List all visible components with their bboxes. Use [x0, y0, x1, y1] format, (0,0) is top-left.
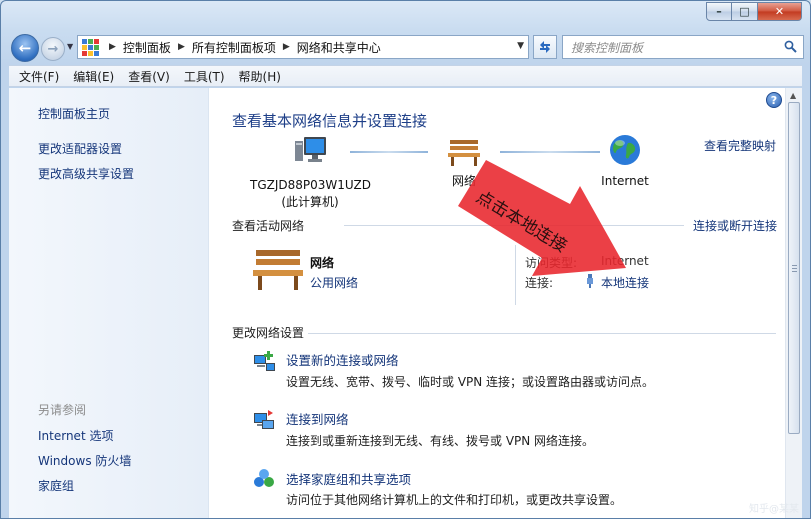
window-caption-buttons: – □ ✕: [706, 2, 802, 21]
menu-bar: 文件(F) 编辑(E) 查看(V) 工具(T) 帮助(H): [9, 65, 802, 87]
network-node: 网络: [439, 137, 489, 190]
refresh-icon: [540, 41, 550, 53]
sidebar-change-advanced-sharing[interactable]: 更改高级共享设置: [38, 165, 134, 182]
see-also-heading: 另请参阅: [38, 403, 87, 417]
link-line: [500, 151, 600, 153]
access-type-value: Internet: [601, 254, 649, 268]
refresh-button[interactable]: [533, 35, 557, 59]
internet-node-label: Internet: [601, 174, 649, 188]
forward-button[interactable]: →: [41, 37, 65, 61]
setup-new-connection-desc: 设置无线、宽带、拨号、临时或 VPN 连接；或设置路由器或访问点。: [286, 375, 655, 389]
main-panel: ? ▲ 查看基本网络信息并设置连接 查看完整映射 TGZJD88P03W1UZD: [210, 88, 802, 518]
active-networks-heading: 查看活动网络: [232, 219, 305, 233]
computer-name: TGZJD88P03W1UZD: [250, 178, 371, 192]
local-connection-link[interactable]: 本地连接: [601, 274, 649, 291]
change-settings-heading: 更改网络设置: [232, 326, 305, 340]
vertical-scrollbar[interactable]: ▲: [785, 88, 802, 518]
connect-disconnect-link[interactable]: 连接或断开连接: [693, 217, 777, 234]
menu-edit[interactable]: 编辑(E): [66, 68, 121, 85]
breadcrumb-separator-icon[interactable]: ▶: [178, 42, 185, 52]
computer-sub-label: (此计算机): [281, 195, 339, 209]
connect-network-icon: [254, 410, 274, 429]
history-dropdown-icon[interactable]: ▼: [67, 42, 73, 51]
ethernet-plug-icon: [587, 274, 593, 288]
network-node-label: 网络: [451, 174, 476, 188]
bench-icon: [448, 140, 480, 166]
section-divider: [344, 225, 684, 226]
sidebar-control-panel-home[interactable]: 控制面板主页: [38, 105, 110, 122]
connect-to-network-link[interactable]: 连接到网络: [286, 409, 349, 428]
breadcrumb-all-items[interactable]: 所有控制面板项: [192, 39, 276, 56]
sidebar-change-adapter-settings[interactable]: 更改适配器设置: [38, 140, 122, 157]
search-icon[interactable]: [784, 40, 797, 53]
sidebar: 控制面板主页 更改适配器设置 更改高级共享设置 另请参阅 Internet 选项…: [9, 88, 209, 518]
help-icon[interactable]: ?: [766, 92, 782, 108]
watermark: 知乎@某某: [749, 504, 799, 515]
navigation-bar: ← → ▼ ▶ 控制面板 ▶ 所有控制面板项 ▶ 网络和共享中心 ▼ 搜索控制面…: [9, 33, 804, 62]
see-full-map-link[interactable]: 查看完整映射: [704, 137, 776, 154]
search-input[interactable]: 搜索控制面板: [562, 35, 804, 59]
access-type-label: 访问类型:: [525, 256, 578, 270]
minimize-button[interactable]: –: [706, 2, 732, 21]
back-button[interactable]: ←: [11, 34, 39, 62]
computer-node: TGZJD88P03W1UZD (此计算机): [250, 135, 371, 211]
close-button[interactable]: ✕: [758, 2, 802, 21]
network-name: 网络: [310, 256, 335, 270]
internet-node: Internet: [595, 133, 655, 190]
scroll-thumb[interactable]: [788, 102, 800, 434]
setup-new-connection-link[interactable]: 设置新的连接或网络: [286, 350, 399, 369]
section-divider: [308, 333, 776, 334]
computer-icon: [295, 137, 326, 162]
sidebar-homegroup[interactable]: 家庭组: [38, 477, 74, 494]
breadcrumb-network-center[interactable]: 网络和共享中心: [297, 39, 381, 56]
connect-to-network-desc: 连接到或重新连接到无线、有线、拨号或 VPN 网络连接。: [286, 434, 595, 448]
homegroup-sharing-desc: 访问位于其他网络计算机上的文件和打印机，或更改共享设置。: [286, 493, 623, 507]
globe-icon: [610, 135, 640, 165]
control-panel-icon: [82, 39, 99, 56]
address-dropdown-icon[interactable]: ▼: [517, 41, 524, 51]
link-line: [350, 151, 428, 153]
menu-view[interactable]: 查看(V): [121, 68, 177, 85]
network-sharing-center-window: – □ ✕ ← → ▼ ▶ 控制面板 ▶ 所有控制面板项 ▶ 网络和共享中心 ▼: [0, 0, 811, 519]
breadcrumb-control-panel[interactable]: 控制面板: [123, 39, 171, 56]
search-placeholder: 搜索控制面板: [571, 40, 644, 55]
scroll-up-icon[interactable]: ▲: [790, 91, 796, 100]
new-connection-icon: [254, 351, 275, 371]
homegroup-icon: [254, 469, 274, 487]
sidebar-internet-options[interactable]: Internet 选项: [38, 427, 113, 444]
public-network-link[interactable]: 公用网络: [310, 274, 358, 291]
breadcrumb-separator-icon[interactable]: ▶: [109, 42, 116, 52]
content-area: 控制面板主页 更改适配器设置 更改高级共享设置 另请参阅 Internet 选项…: [9, 88, 802, 518]
sidebar-windows-firewall[interactable]: Windows 防火墙: [38, 452, 131, 469]
vertical-divider: [515, 245, 516, 305]
connection-label: 连接:: [525, 276, 554, 290]
breadcrumb-separator-icon[interactable]: ▶: [283, 42, 290, 52]
page-title: 查看基本网络信息并设置连接: [232, 112, 428, 130]
menu-tools[interactable]: 工具(T): [177, 68, 232, 85]
public-network-bench-icon: [253, 250, 303, 290]
homegroup-sharing-link[interactable]: 选择家庭组和共享选项: [286, 469, 411, 488]
menu-help[interactable]: 帮助(H): [232, 68, 288, 85]
address-bar[interactable]: ▶ 控制面板 ▶ 所有控制面板项 ▶ 网络和共享中心 ▼: [77, 35, 529, 59]
maximize-button[interactable]: □: [732, 2, 758, 21]
menu-file[interactable]: 文件(F): [12, 68, 66, 85]
